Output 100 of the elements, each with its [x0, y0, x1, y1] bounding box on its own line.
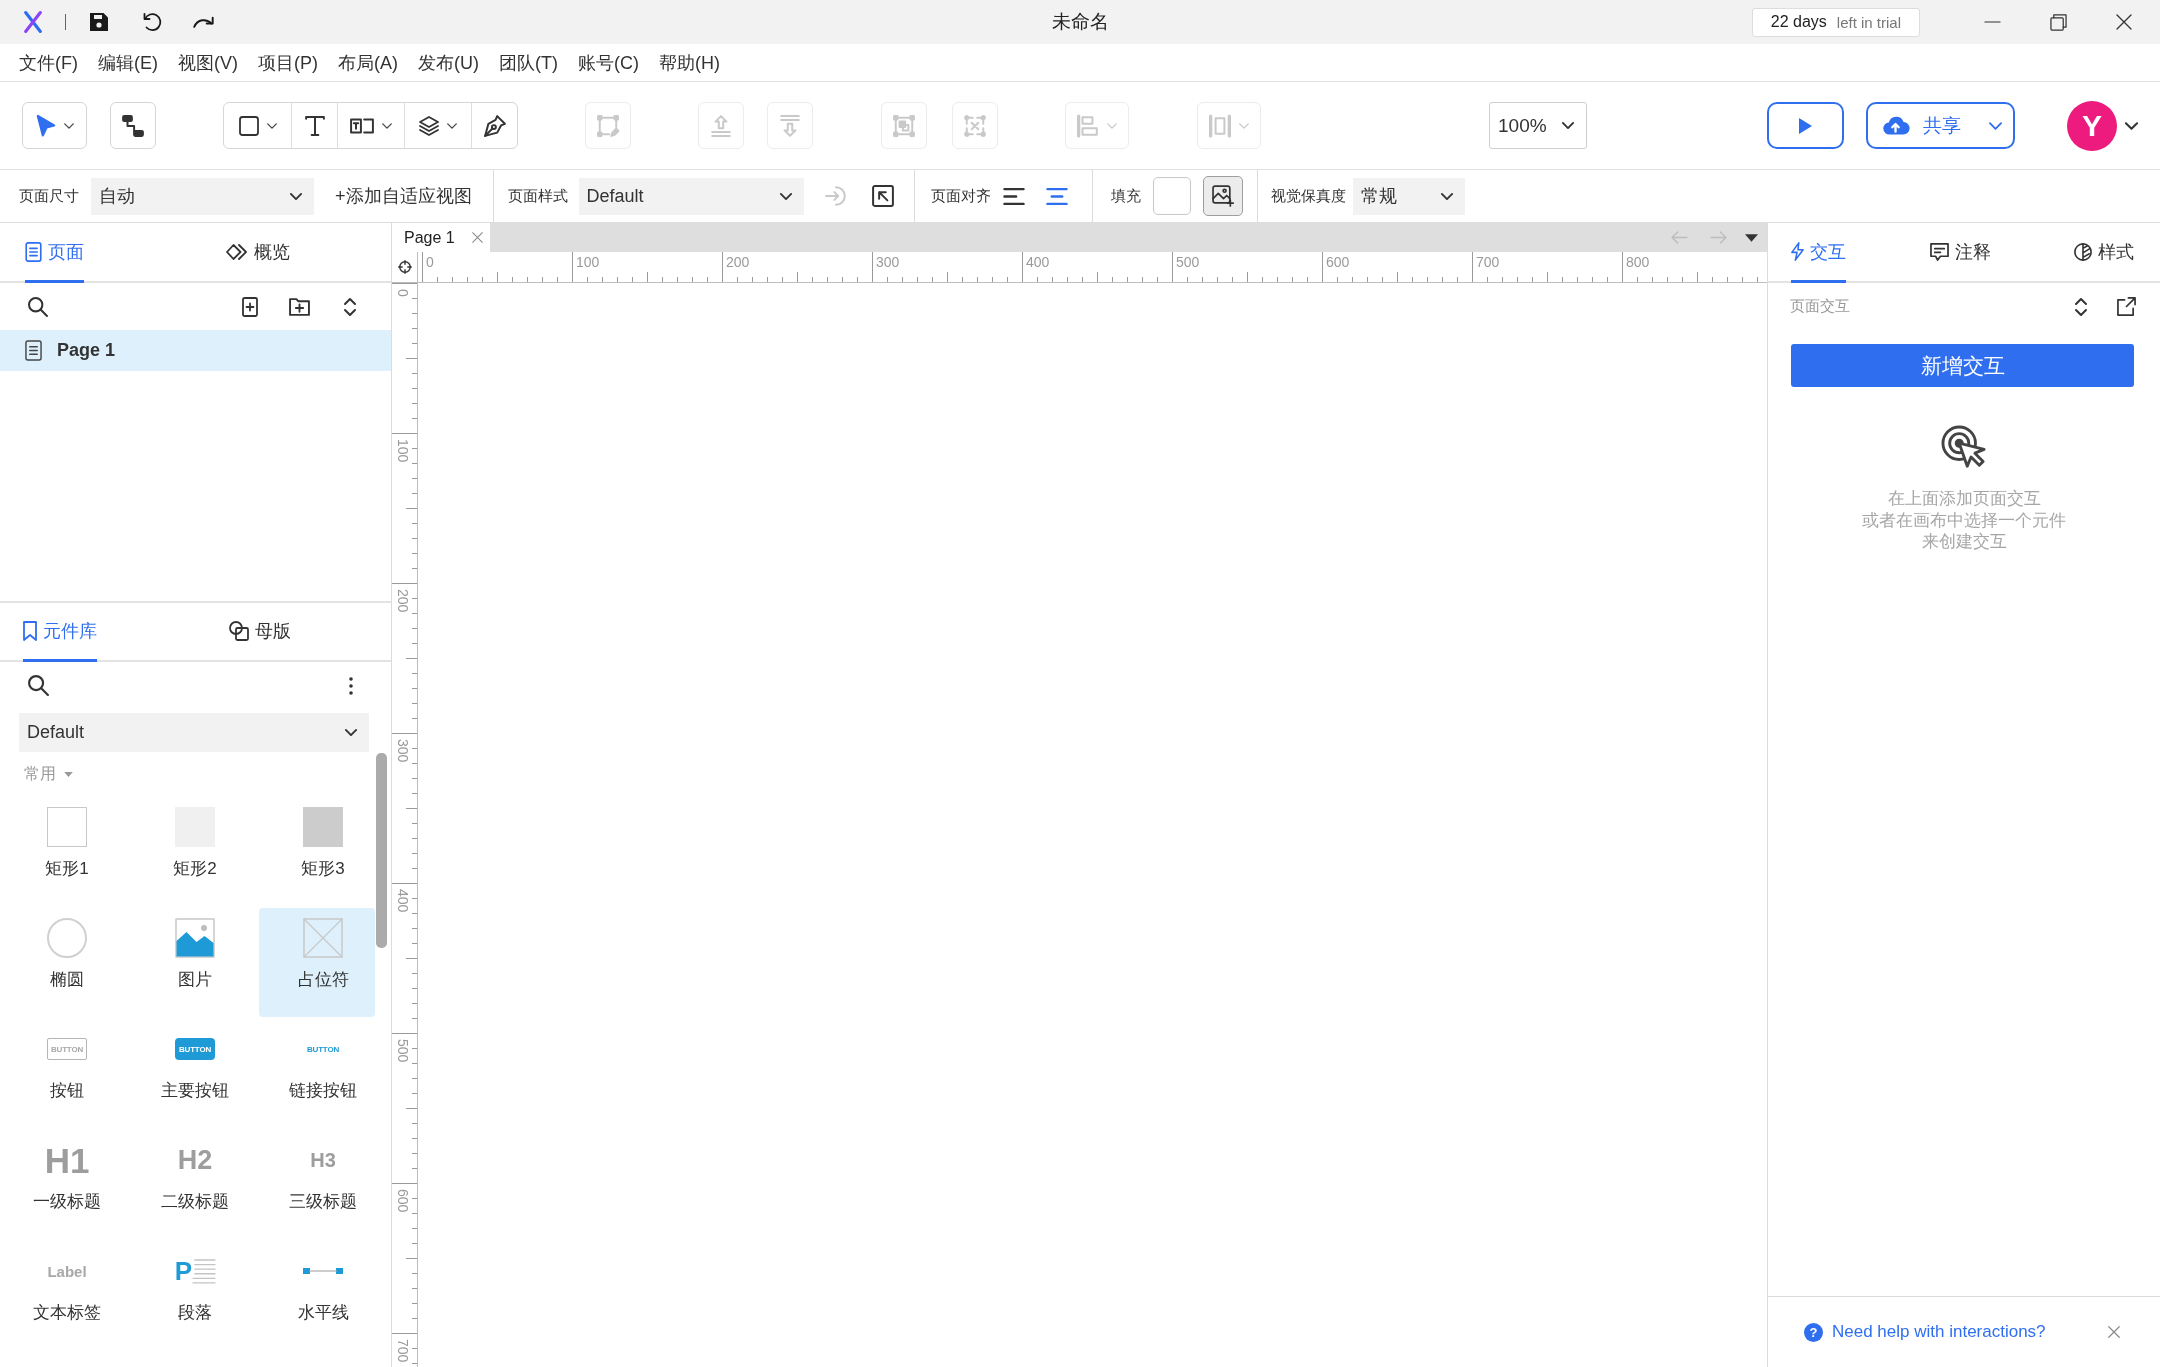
- restore-icon: [2049, 13, 2067, 31]
- distribute-icon: [1209, 114, 1231, 137]
- panel-tab[interactable]: 元件库: [23, 603, 97, 662]
- minimize-icon: [1983, 21, 2001, 23]
- crosshair-icon[interactable]: [397, 260, 412, 274]
- widget-item[interactable]: BUTTON 主要按钮: [131, 1019, 259, 1128]
- widget-item[interactable]: H2 二级标题: [131, 1130, 259, 1239]
- heading-preview: H3: [310, 1150, 336, 1170]
- page-tab[interactable]: Page 1: [392, 223, 490, 252]
- add-folder-icon[interactable]: [289, 297, 310, 316]
- expand-collapse-icon[interactable]: [2075, 297, 2087, 316]
- widget-item[interactable]: P 段落: [131, 1241, 259, 1350]
- preview-button[interactable]: [1767, 102, 1844, 149]
- add-interaction-button[interactable]: 新增交互: [1791, 344, 2134, 387]
- square-icon: [238, 115, 259, 136]
- widget-item[interactable]: Label 文本标签: [3, 1241, 131, 1350]
- ruler-label: 800: [1626, 255, 1650, 269]
- menu-item[interactable]: 视图(V): [173, 48, 243, 77]
- square-outline-icon: [47, 807, 87, 847]
- align-left-icon[interactable]: [1002, 187, 1025, 205]
- page-item[interactable]: Page 1: [0, 330, 391, 371]
- widget-item[interactable]: 占位符: [259, 908, 375, 1017]
- heading-preview: H2: [177, 1146, 213, 1174]
- frame-pen-icon: [597, 114, 619, 137]
- logo-icon[interactable]: [23, 11, 43, 33]
- caret-icon: [1562, 122, 1574, 129]
- widget-item[interactable]: H3 三级标题: [259, 1130, 375, 1239]
- ruler-label: 100: [576, 255, 600, 269]
- close-icon: [2116, 14, 2132, 30]
- help-link[interactable]: Need help with interactions?: [1832, 1322, 2046, 1342]
- caret-icon: [266, 122, 277, 129]
- menu-item[interactable]: 帮助(H): [653, 48, 725, 77]
- connector-tool-button[interactable]: [110, 102, 156, 149]
- panel-tab[interactable]: 母版: [229, 603, 291, 662]
- add-page-icon[interactable]: [242, 296, 258, 317]
- panel-tab[interactable]: 注释: [1930, 223, 1991, 283]
- menu-item[interactable]: 发布(U): [413, 48, 484, 77]
- scrollbar-thumb[interactable]: [376, 753, 387, 948]
- ruler-label: 500: [1176, 255, 1200, 269]
- trial-status-text: left in trial: [1836, 13, 1901, 31]
- align-left-icon: [1077, 114, 1099, 137]
- widget-item[interactable]: 矩形1: [3, 797, 131, 906]
- bookmark-icon: [23, 621, 37, 641]
- zoom-dropdown[interactable]: 100%: [1489, 102, 1587, 149]
- panel-tab[interactable]: 页面: [25, 223, 84, 283]
- search-icon[interactable]: [28, 675, 49, 696]
- menu-item[interactable]: 文件(F): [14, 48, 83, 77]
- ungroup-icon: [964, 114, 986, 137]
- menu-item[interactable]: 账号(C): [572, 48, 644, 77]
- widget-item[interactable]: 水平线: [259, 1241, 375, 1350]
- menu-item[interactable]: 编辑(E): [93, 48, 163, 77]
- page-size-dropdown[interactable]: 自动: [91, 177, 314, 215]
- shaded-square-icon: [303, 807, 343, 847]
- fill-color-swatch[interactable]: [1152, 177, 1191, 215]
- menu-item[interactable]: 项目(P): [253, 48, 323, 77]
- page-style-dropdown[interactable]: Default: [578, 177, 804, 215]
- help-icon: ?: [1804, 1322, 1823, 1342]
- library-dropdown[interactable]: Default: [19, 713, 369, 752]
- search-icon[interactable]: [28, 296, 48, 317]
- popout-icon[interactable]: [2117, 297, 2136, 316]
- button-preview: BUTTON: [175, 1038, 215, 1060]
- widget-item[interactable]: BUTTON 链接按钮: [259, 1019, 375, 1128]
- close-icon[interactable]: [472, 232, 483, 243]
- panel-tab[interactable]: 概览: [226, 223, 290, 283]
- lightning-icon: [1791, 242, 1804, 261]
- share-button[interactable]: 共享: [1866, 102, 2015, 149]
- panel-tab[interactable]: 样式: [2074, 223, 2134, 283]
- arrow-box-icon[interactable]: [871, 185, 894, 207]
- widget-item[interactable]: BUTTON 按钮: [3, 1019, 131, 1128]
- close-icon[interactable]: [2108, 1326, 2120, 1338]
- caret-icon: [779, 192, 792, 200]
- panel-tab[interactable]: 交互: [1791, 223, 1846, 283]
- widget-item[interactable]: H1 一级标题: [3, 1130, 131, 1239]
- caret-icon: [63, 122, 74, 129]
- ruler-label: 600: [1326, 255, 1350, 269]
- save-icon: [90, 13, 108, 31]
- align-center-icon[interactable]: [1045, 187, 1068, 205]
- ruler-label: 200: [396, 589, 410, 613]
- ruler-label: 200: [726, 255, 750, 269]
- widget-item[interactable]: 矩形3: [259, 797, 375, 906]
- select-tool-button[interactable]: [22, 102, 87, 149]
- send-backward-icon: [779, 114, 801, 137]
- crossed-box-icon: [303, 918, 343, 958]
- more-icon[interactable]: [349, 676, 353, 695]
- menu-item[interactable]: 布局(A): [333, 48, 403, 77]
- widget-item[interactable]: 矩形2: [131, 797, 259, 906]
- image-fill-button[interactable]: [1202, 176, 1243, 216]
- widget-item[interactable]: 图片: [131, 908, 259, 1017]
- menu-item[interactable]: 团队(T): [494, 48, 563, 77]
- expand-collapse-icon[interactable]: [344, 297, 356, 316]
- dropdown-triangle-icon[interactable]: [1745, 233, 1758, 242]
- caret-icon: [1107, 122, 1117, 129]
- text-field-icon: [350, 117, 374, 134]
- fidelity-dropdown[interactable]: 常规: [1352, 177, 1465, 215]
- add-adaptive-view-button[interactable]: +添加自适应视图: [335, 184, 472, 208]
- widget-item[interactable]: 椭圆: [3, 908, 131, 1017]
- ruler-label: 600: [396, 1189, 410, 1213]
- caret-icon[interactable]: [2125, 121, 2138, 130]
- avatar[interactable]: Y: [2067, 100, 2117, 151]
- diamonds-icon: [226, 243, 248, 260]
